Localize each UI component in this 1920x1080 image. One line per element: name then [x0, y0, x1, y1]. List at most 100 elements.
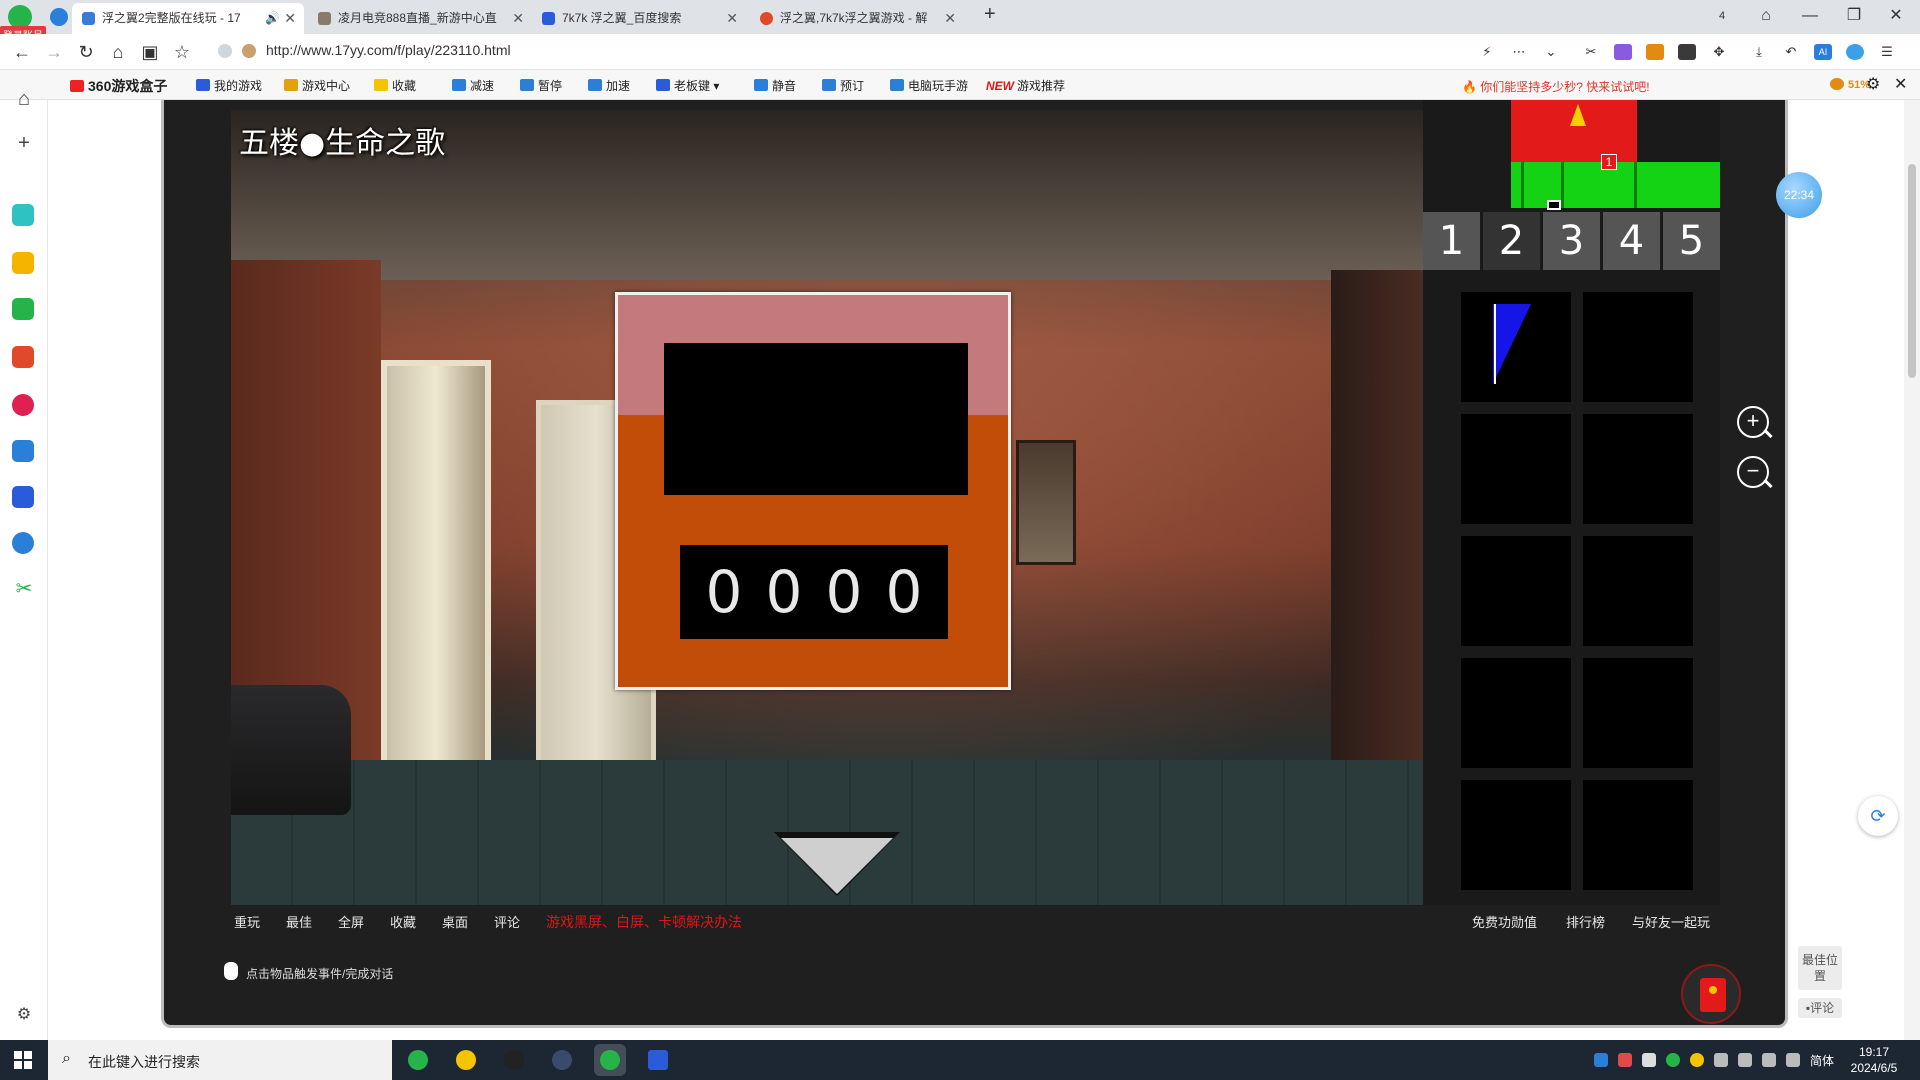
comment-button[interactable]: ▪评论: [1798, 998, 1842, 1018]
taskbar-360-safe[interactable]: [450, 1044, 482, 1076]
inventory-slot[interactable]: [1583, 414, 1693, 524]
taskbar-clock[interactable]: 19:17 2024/6/5: [1840, 1044, 1908, 1076]
pc-mobile-games-button[interactable]: 电脑玩手游: [890, 77, 968, 94]
leaderboard-link[interactable]: 排行榜: [1566, 912, 1605, 931]
url-text[interactable]: http://www.17yy.com/f/play/223110.html: [266, 42, 511, 58]
inventory-slot[interactable]: [1583, 780, 1693, 890]
inventory-slot[interactable]: [1583, 536, 1693, 646]
inventory-slot[interactable]: [1583, 658, 1693, 768]
sidebar-video-ai-icon[interactable]: [12, 394, 34, 416]
tray-360-icon[interactable]: [1690, 1053, 1704, 1067]
tray-wifi-icon[interactable]: [1762, 1053, 1776, 1067]
speaker-icon[interactable]: 🔊: [265, 3, 280, 34]
blackscreen-fix-link[interactable]: 游戏黑屏、白屏、卡顿解决办法: [546, 912, 742, 932]
game-recommend-button[interactable]: NEW 游戏推荐: [986, 77, 1065, 94]
mute-button[interactable]: 静音: [754, 77, 796, 94]
floor-tab-1[interactable]: 1: [1423, 212, 1480, 270]
puzzle-icon[interactable]: ✥: [1710, 44, 1728, 60]
favorite-link[interactable]: 收藏: [390, 912, 416, 931]
tab-close-icon[interactable]: ✕: [944, 3, 956, 34]
comment-link[interactable]: 评论: [494, 912, 520, 931]
game-box-title[interactable]: 360游戏盒子: [70, 76, 167, 96]
minimize-button[interactable]: —: [1790, 2, 1830, 30]
play-with-friends-link[interactable]: 与好友一起玩: [1632, 912, 1710, 931]
sidebar-app-plus-icon[interactable]: [12, 204, 34, 226]
briefcase-icon[interactable]: ▣: [138, 40, 162, 64]
inventory-slot[interactable]: [1461, 780, 1571, 890]
download-icon[interactable]: ⤓: [1750, 44, 1768, 60]
tab-close-icon[interactable]: ✕: [284, 3, 296, 34]
slow-down-button[interactable]: 减速: [452, 77, 494, 94]
scissors-icon[interactable]: ✂: [1582, 44, 1600, 60]
scene-picture-frame[interactable]: [1016, 440, 1076, 565]
inventory-slot[interactable]: [1461, 414, 1571, 524]
sidebar-scissors-icon[interactable]: ✂: [12, 578, 36, 602]
game-center-button[interactable]: 游戏中心: [284, 77, 350, 94]
taskbar-search-input[interactable]: ⌕ 在此键入进行搜索: [48, 1040, 392, 1080]
shirt-skin-icon[interactable]: ⌂: [1746, 2, 1786, 30]
floating-sync-button[interactable]: ⟳: [1858, 796, 1898, 836]
tab-close-icon[interactable]: ✕: [726, 3, 738, 34]
favorites-star-icon[interactable]: ☆: [170, 40, 194, 64]
tray-volume-icon[interactable]: [1786, 1053, 1800, 1067]
my-games-button[interactable]: 我的游戏: [196, 77, 262, 94]
promo-link[interactable]: 🔥 你们能坚持多少秒? 快来试试吧!: [1462, 78, 1650, 95]
lightning-icon[interactable]: ⚡: [1478, 44, 1496, 60]
chevron-down-icon[interactable]: ⌄: [1542, 44, 1560, 60]
sidebar-draw-ai-icon[interactable]: [12, 440, 34, 462]
floor-tab-4[interactable]: 4: [1603, 212, 1660, 270]
lock-digit-1[interactable]: 0: [706, 558, 743, 626]
new-tab-button[interactable]: +: [984, 3, 996, 26]
replay-link[interactable]: 重玩: [234, 912, 260, 931]
sidebar-pdf-ai-icon[interactable]: [12, 346, 34, 368]
taskbar-360-browser[interactable]: [594, 1044, 626, 1076]
pause-button[interactable]: 暂停: [520, 77, 562, 94]
close-window-button[interactable]: ✕: [1876, 2, 1916, 30]
scene-doorway[interactable]: [381, 360, 491, 780]
red-packet-button[interactable]: [1681, 964, 1741, 1024]
sidebar-toggle-icon[interactable]: [50, 8, 68, 26]
tray-app-icon[interactable]: [1618, 1053, 1632, 1067]
tray-mail-icon[interactable]: [1594, 1053, 1608, 1067]
tray-usb-icon[interactable]: [1738, 1053, 1752, 1067]
reload-button[interactable]: ↻: [74, 40, 98, 64]
sidebar-add-icon[interactable]: +: [12, 132, 36, 156]
tab-close-icon[interactable]: ✕: [512, 3, 524, 34]
tab-7k7k-game[interactable]: 浮之翼,7k7k浮之翼游戏 - 解 ✕: [750, 3, 964, 34]
scene-sofa[interactable]: [231, 685, 351, 815]
back-button[interactable]: ←: [10, 40, 34, 64]
inventory-slot[interactable]: [1461, 658, 1571, 768]
lock-digit-4[interactable]: 0: [886, 558, 923, 626]
tab-lingyue-live[interactable]: 凌月电竞888直播_新游中心直 ✕: [308, 3, 532, 34]
sidebar-home-icon[interactable]: ⌂: [12, 88, 36, 112]
page-scrollbar[interactable]: [1904, 100, 1920, 1040]
lock-digit-3[interactable]: 0: [826, 558, 863, 626]
home-button[interactable]: ⌂: [106, 40, 130, 64]
inventory-slot[interactable]: [1583, 292, 1693, 402]
zoom-out-icon[interactable]: −: [1737, 456, 1769, 488]
forward-button[interactable]: →: [42, 40, 66, 64]
site-info-icon[interactable]: [218, 44, 232, 58]
sidebar-doc-ai-icon[interactable]: [12, 486, 34, 508]
reserve-button[interactable]: 预订: [822, 77, 864, 94]
timer-bubble[interactable]: 22:34: [1776, 172, 1822, 218]
tab-17yy-game[interactable]: 浮之翼2完整版在线玩 - 17 🔊 ✕: [72, 3, 304, 34]
performance-percent[interactable]: 51%: [1830, 78, 1870, 91]
best-position-button[interactable]: 最佳位置: [1798, 946, 1842, 990]
extension-game-icon[interactable]: [1646, 44, 1664, 60]
inventory-slot[interactable]: [1461, 536, 1571, 646]
sidebar-translate-icon[interactable]: [12, 532, 34, 554]
sidebar-image-ai-icon[interactable]: [12, 298, 34, 320]
tab-count-badge[interactable]: 4: [1702, 2, 1742, 30]
restore-button[interactable]: ❐: [1834, 2, 1874, 30]
extension-screen-icon[interactable]: [1678, 44, 1696, 60]
extension-translate-icon[interactable]: [1614, 44, 1632, 60]
sidebar-settings-icon[interactable]: ⚙: [12, 1004, 36, 1028]
best-link[interactable]: 最佳: [286, 912, 312, 931]
code-lock-panel[interactable]: 0 0 0 0: [615, 292, 1011, 690]
free-merit-link[interactable]: 免费功勋值: [1472, 912, 1537, 931]
taskbar-qq[interactable]: [498, 1044, 530, 1076]
inventory-slot[interactable]: [1461, 292, 1571, 402]
taskbar-wechat[interactable]: [402, 1044, 434, 1076]
favorite-button[interactable]: 收藏: [374, 77, 416, 94]
